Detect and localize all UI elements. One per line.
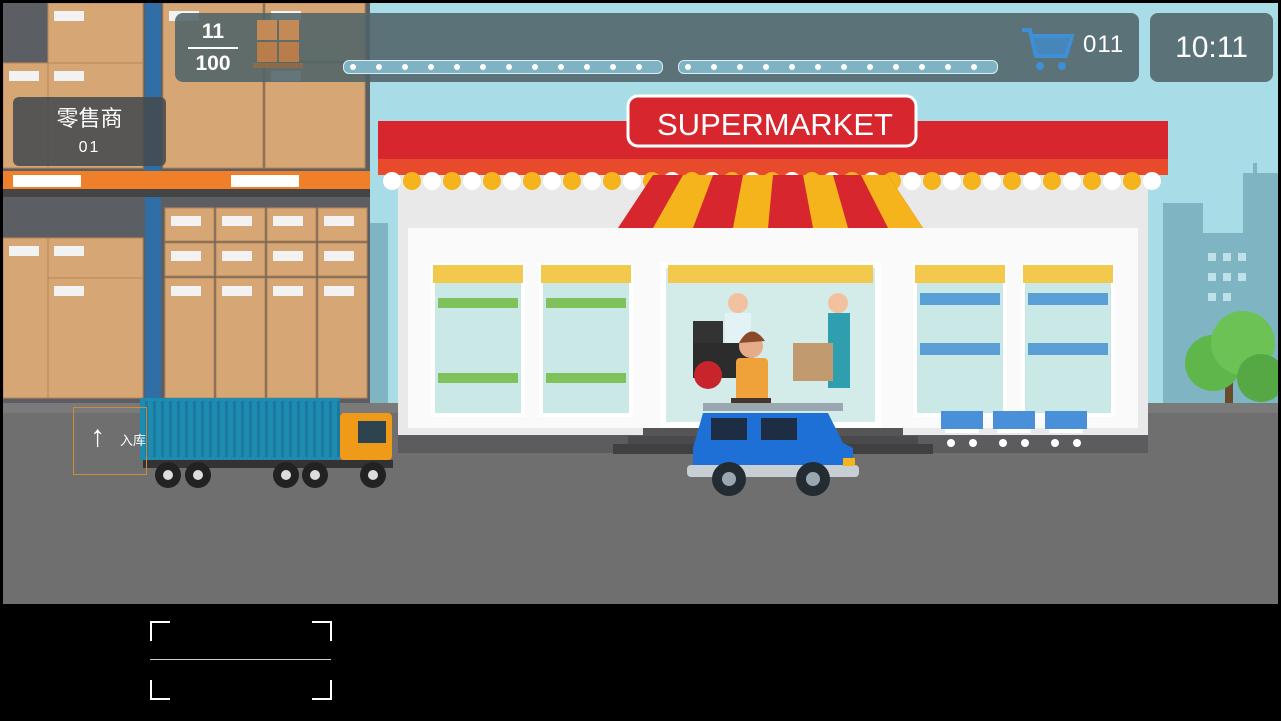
belt-roller xyxy=(867,64,873,70)
belt-roller xyxy=(945,64,951,70)
scallop xyxy=(1143,172,1161,190)
belt-roller xyxy=(584,64,590,70)
cardboard-box xyxy=(266,242,317,277)
belt-roller xyxy=(685,64,691,70)
belt-roller xyxy=(610,64,616,70)
cardboard-box xyxy=(47,277,144,399)
scallop xyxy=(403,172,421,190)
scallop xyxy=(983,172,1001,190)
belt-roller xyxy=(636,64,642,70)
scallop xyxy=(423,172,441,190)
belt-roller xyxy=(763,64,769,70)
game-scene xyxy=(3,3,1278,604)
scan-frame-corner xyxy=(150,680,170,700)
scallop xyxy=(943,172,961,190)
stock-in-label: 入库 xyxy=(120,433,147,448)
store-sign-text: SUPERMARKET xyxy=(657,107,893,142)
conveyor-belt-right xyxy=(678,60,998,74)
pallet-boxes-icon xyxy=(253,20,303,68)
scallop xyxy=(1123,172,1141,190)
progress-total: 100 xyxy=(195,52,231,75)
arrow-up-icon: ↑ xyxy=(90,420,105,453)
belt-roller xyxy=(454,64,460,70)
scan-line xyxy=(150,659,331,660)
cart-count: 011 xyxy=(1083,31,1125,58)
cardboard-box xyxy=(164,242,215,277)
belt-roller xyxy=(971,64,977,70)
belt-roller xyxy=(737,64,743,70)
cardboard-box xyxy=(47,237,144,279)
scallop xyxy=(1103,172,1121,190)
conveyor-belt-left xyxy=(343,60,663,74)
scallop xyxy=(563,172,581,190)
role-id: 01 xyxy=(78,139,101,156)
belt-roller xyxy=(711,64,717,70)
scallop xyxy=(603,172,621,190)
cardboard-box xyxy=(215,242,266,277)
scan-frame-corner xyxy=(312,621,332,641)
belt-roller xyxy=(428,64,434,70)
role-panel[interactable]: 零售商 01 xyxy=(13,97,166,166)
scallop xyxy=(523,172,541,190)
day-progress: 11 100 xyxy=(188,19,238,77)
scallop xyxy=(1063,172,1081,190)
cardboard-box xyxy=(215,207,266,242)
cardboard-box xyxy=(164,277,215,399)
scallop xyxy=(503,172,521,190)
belt-roller xyxy=(532,64,538,70)
scan-frame-corner xyxy=(312,680,332,700)
cardboard-box xyxy=(47,3,144,64)
entrance-awning xyxy=(618,175,923,228)
belt-roller xyxy=(919,64,925,70)
scallop xyxy=(463,172,481,190)
progress-current: 11 xyxy=(201,20,225,43)
scallop xyxy=(543,172,561,190)
fraction-line xyxy=(188,47,238,49)
belt-roller xyxy=(402,64,408,70)
bottom-panel xyxy=(0,604,1281,721)
belt-roller xyxy=(350,64,356,70)
scallop xyxy=(1083,172,1101,190)
scallop xyxy=(923,172,941,190)
stock-in-button[interactable]: ↑ 入库 xyxy=(73,407,147,475)
belt-roller xyxy=(841,64,847,70)
cardboard-box xyxy=(317,207,368,242)
scallop xyxy=(383,172,401,190)
belt-roller xyxy=(558,64,564,70)
belt-roller xyxy=(480,64,486,70)
belt-roller xyxy=(893,64,899,70)
belt-roller xyxy=(789,64,795,70)
scallop xyxy=(963,172,981,190)
game-clock: 10:11 xyxy=(1150,13,1273,82)
role-name: 零售商 xyxy=(56,106,123,131)
game-screen: SUPERMARKET 11 100 011 10:11 零售商 01 ↑ 入库 xyxy=(0,0,1281,721)
belt-roller xyxy=(815,64,821,70)
scallop xyxy=(443,172,461,190)
scallop xyxy=(583,172,601,190)
cardboard-box xyxy=(3,237,49,399)
scallop xyxy=(1023,172,1041,190)
shopping-cart-icon xyxy=(1022,28,1074,70)
cardboard-box xyxy=(164,207,215,242)
scallop xyxy=(623,172,641,190)
belt-roller xyxy=(506,64,512,70)
cardboard-box xyxy=(317,242,368,277)
cardboard-box xyxy=(215,277,266,399)
scallop xyxy=(483,172,501,190)
scallop xyxy=(1043,172,1061,190)
scan-frame-corner xyxy=(150,621,170,641)
cardboard-box xyxy=(266,277,317,399)
cardboard-box xyxy=(317,277,368,399)
scallop xyxy=(1003,172,1021,190)
scallop xyxy=(903,172,921,190)
game-viewport: SUPERMARKET 11 100 011 10:11 零售商 01 ↑ 入库 xyxy=(3,3,1278,604)
belt-roller xyxy=(376,64,382,70)
cardboard-box xyxy=(266,207,317,242)
